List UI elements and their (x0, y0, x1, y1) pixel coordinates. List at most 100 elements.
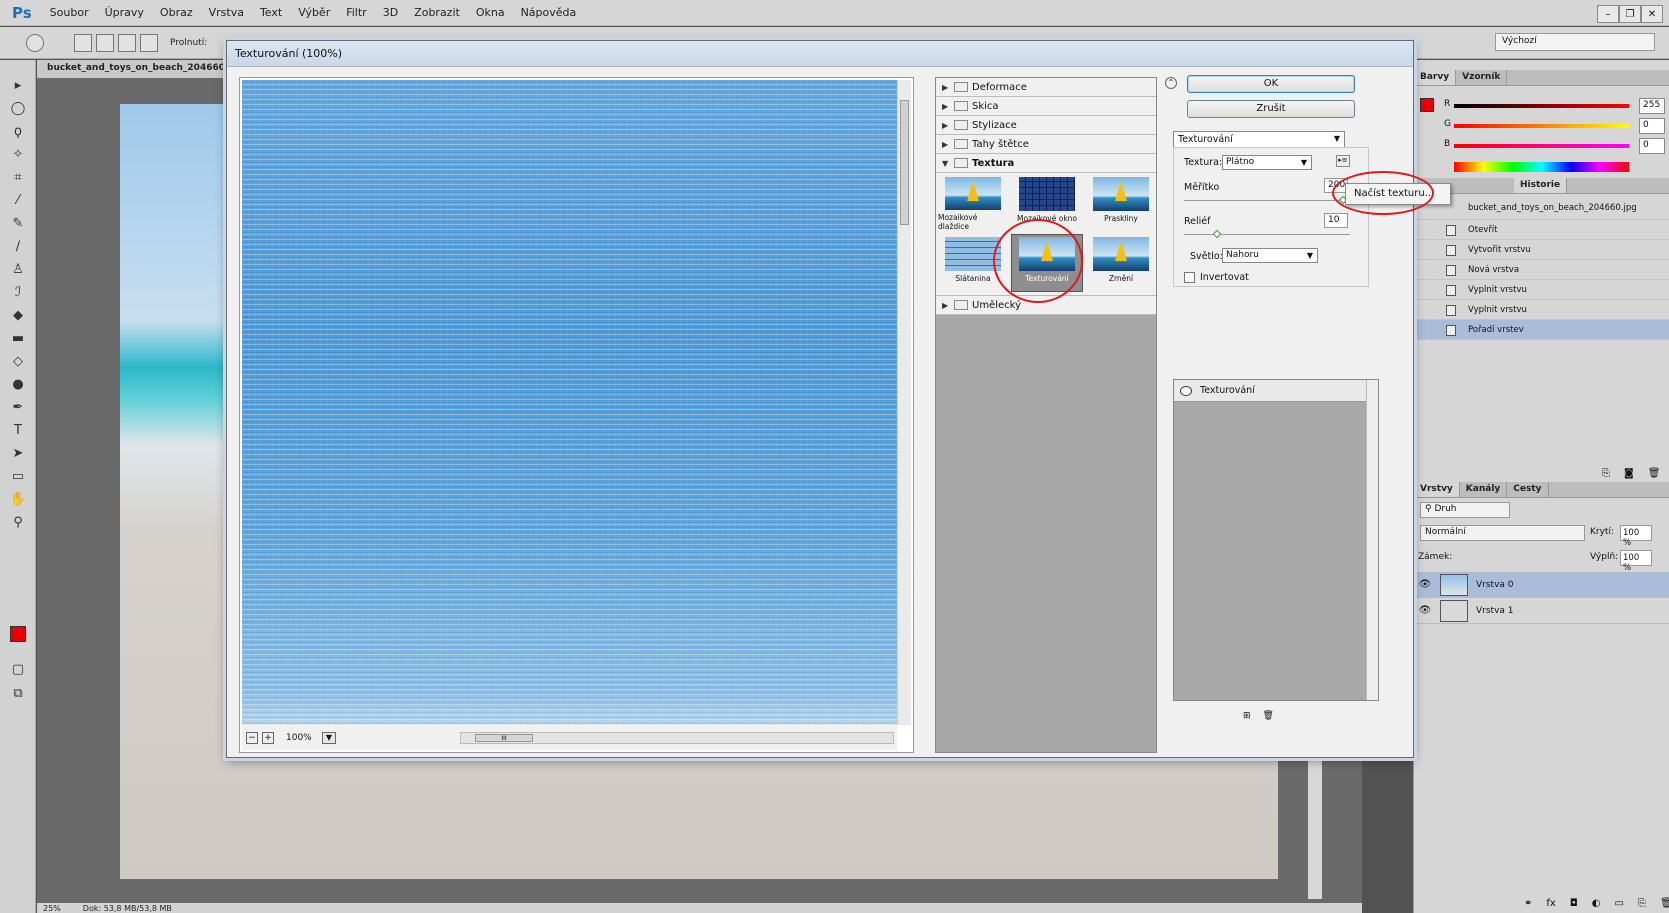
path-selection-icon[interactable]: ➤ (0, 442, 36, 465)
menu-filtr[interactable]: Filtr (338, 6, 374, 19)
filter-thumb-slatanina[interactable]: Slátanina (938, 235, 1008, 291)
r-slider[interactable] (1454, 104, 1629, 108)
menu-napoveda[interactable]: Nápověda (513, 6, 585, 19)
new-effect-layer-icon[interactable]: ⊞ (1243, 711, 1251, 721)
menu-zobrazit[interactable]: Zobrazit (406, 6, 468, 19)
blur-tool-icon[interactable]: ◇ (0, 350, 36, 373)
tab-barvy[interactable]: Barvy (1414, 70, 1457, 85)
filter-thumb-zrneni[interactable]: Zrnění (1086, 235, 1156, 291)
trash-icon[interactable]: 🗑 (1648, 468, 1661, 479)
scale-slider[interactable] (1184, 200, 1350, 201)
filter-category-stylizace[interactable]: ▶ Stylizace (936, 116, 1156, 135)
trash-icon[interactable]: 🗑 (1660, 898, 1669, 909)
link-layers-icon[interactable]: ⚭ (1524, 898, 1532, 909)
texture-select[interactable]: Plátno ▼ (1222, 155, 1312, 170)
color-spectrum[interactable] (1454, 162, 1629, 172)
relief-input[interactable]: 10 (1324, 213, 1348, 228)
dodge-tool-icon[interactable]: ● (0, 373, 36, 396)
preview-scroll-thumb[interactable] (900, 100, 909, 225)
menu-vyber[interactable]: Výběr (290, 6, 338, 19)
filter-preview[interactable] (242, 80, 897, 725)
texture-menu-icon[interactable]: ▸≡ (1336, 155, 1350, 167)
layer-row-selected[interactable]: 👁 Vrstva 0 (1414, 572, 1669, 598)
menu-obraz[interactable]: Obraz (152, 6, 201, 19)
adjustment-icon[interactable]: ◐ (1592, 898, 1601, 909)
filter-thumb-mozaikove-dlazdice[interactable]: Mozaikové dlaždice (938, 175, 1008, 231)
light-select[interactable]: Nahoru ▼ (1222, 248, 1318, 263)
b-value[interactable]: 0 (1639, 138, 1665, 154)
screen-mode-icon[interactable]: ⧉ (0, 682, 36, 705)
quick-mask-icon[interactable]: ▢ (0, 658, 36, 681)
filter-category-skica[interactable]: ▶ Skica (936, 97, 1156, 116)
workspace-select[interactable]: Výchozí (1495, 33, 1655, 51)
load-texture-menu-item[interactable]: Načíst texturu... (1354, 188, 1434, 199)
history-item[interactable]: Nová vrstva (1414, 260, 1669, 280)
filter-thumb-texturovani[interactable]: Texturování (1011, 234, 1083, 292)
marquee-tool-icon[interactable]: ◯ (0, 97, 36, 120)
layer-kind-filter[interactable]: ⚲ Druh (1420, 502, 1510, 518)
g-slider[interactable] (1454, 124, 1629, 128)
document-tab[interactable]: bucket_and_toys_on_beach_204660.jpg (37, 60, 244, 78)
visibility-eye-icon[interactable] (1180, 385, 1192, 396)
preview-zoom-value[interactable]: 100% (286, 733, 322, 743)
preview-vertical-scrollbar[interactable] (897, 80, 911, 725)
zoom-dropdown-icon[interactable]: ▼ (322, 732, 336, 744)
history-item[interactable]: Vyplnit vrstvu (1414, 280, 1669, 300)
collapse-gallery-icon[interactable]: ⌃ (1165, 77, 1177, 89)
minimize-icon[interactable]: – (1597, 5, 1619, 23)
move-tool-icon[interactable]: ▸ (0, 74, 36, 97)
ellipse-tool-icon[interactable] (26, 33, 44, 52)
magic-wand-icon[interactable]: ✧ (0, 143, 36, 166)
b-slider[interactable] (1454, 144, 1629, 148)
history-brush-icon[interactable]: ℐ (0, 281, 36, 304)
history-item-selected[interactable]: Pořadí vrstev (1414, 320, 1669, 340)
brush-tool-icon[interactable]: ∕ (0, 235, 36, 258)
type-tool-icon[interactable]: T (0, 419, 36, 442)
mask-icon[interactable]: ◘ (1570, 898, 1578, 909)
shape-tool-icon[interactable]: ▭ (0, 465, 36, 488)
filter-select[interactable]: Texturování ▼ (1173, 131, 1345, 148)
gradient-tool-icon[interactable]: ▬ (0, 327, 36, 350)
tab-historie[interactable]: Historie (1514, 178, 1568, 193)
preview-horizontal-scrollbar[interactable]: III (460, 732, 894, 744)
visibility-eye-icon[interactable]: 👁 (1414, 579, 1436, 590)
ok-button[interactable]: OK (1187, 75, 1355, 93)
layer-row[interactable]: 👁 Vrstva 1 (1414, 598, 1669, 624)
foreground-color-swatch[interactable] (10, 626, 26, 642)
filter-category-tahy-stetce[interactable]: ▶ Tahy štětce (936, 135, 1156, 154)
menu-soubor[interactable]: Soubor (42, 6, 97, 19)
stamp-tool-icon[interactable]: ♙ (0, 258, 36, 281)
filter-category-umelecky[interactable]: ▶ Umělecký (936, 296, 1156, 315)
filter-category-deformace[interactable]: ▶ Deformace (936, 78, 1156, 97)
eraser-tool-icon[interactable]: ◆ (0, 304, 36, 327)
zoom-tool-icon[interactable]: ⚲ (0, 511, 36, 534)
add-selection-icon[interactable] (96, 33, 114, 52)
subtract-selection-icon[interactable] (118, 33, 136, 52)
delete-effect-layer-icon[interactable]: 🗑 (1263, 711, 1274, 721)
lasso-tool-icon[interactable]: ϙ (0, 120, 36, 143)
relief-slider[interactable] (1184, 234, 1350, 235)
close-icon[interactable]: ✕ (1641, 5, 1663, 23)
snapshot-camera-icon[interactable]: ◙ (1624, 468, 1634, 479)
new-document-from-state-icon[interactable]: ⎘ (1602, 468, 1610, 479)
menu-upravy[interactable]: Úpravy (97, 6, 152, 19)
history-item[interactable]: Vytvořit vrstvu (1414, 240, 1669, 260)
preview-hscroll-thumb[interactable]: III (475, 734, 533, 742)
filter-thumb-praskliny[interactable]: Praskliny (1086, 175, 1156, 231)
filter-thumb-mozaikove-okno[interactable]: Mozaikové okno (1012, 175, 1082, 231)
filter-category-textura[interactable]: ▼ Textura (936, 154, 1156, 173)
visibility-eye-icon[interactable]: 👁 (1414, 605, 1436, 616)
relief-slider-knob[interactable] (1212, 229, 1222, 239)
invert-checkbox[interactable] (1184, 272, 1195, 283)
hand-tool-icon[interactable]: ✋ (0, 488, 36, 511)
new-layer-icon[interactable]: ⎘ (1638, 898, 1646, 909)
fill-input[interactable]: 100 % (1620, 550, 1652, 573)
effect-layer-row[interactable]: Texturování (1174, 380, 1378, 402)
history-snapshot[interactable]: bucket_and_toys_on_beach_204660.jpg (1414, 196, 1669, 220)
effect-layers-scrollbar[interactable] (1366, 380, 1378, 700)
history-item[interactable]: Vyplnit vrstvu (1414, 300, 1669, 320)
intersect-selection-icon[interactable] (140, 33, 158, 52)
menu-3d[interactable]: 3D (375, 6, 406, 19)
blend-mode-select[interactable]: Normální (1420, 525, 1585, 541)
cancel-button[interactable]: Zrušit (1187, 100, 1355, 118)
